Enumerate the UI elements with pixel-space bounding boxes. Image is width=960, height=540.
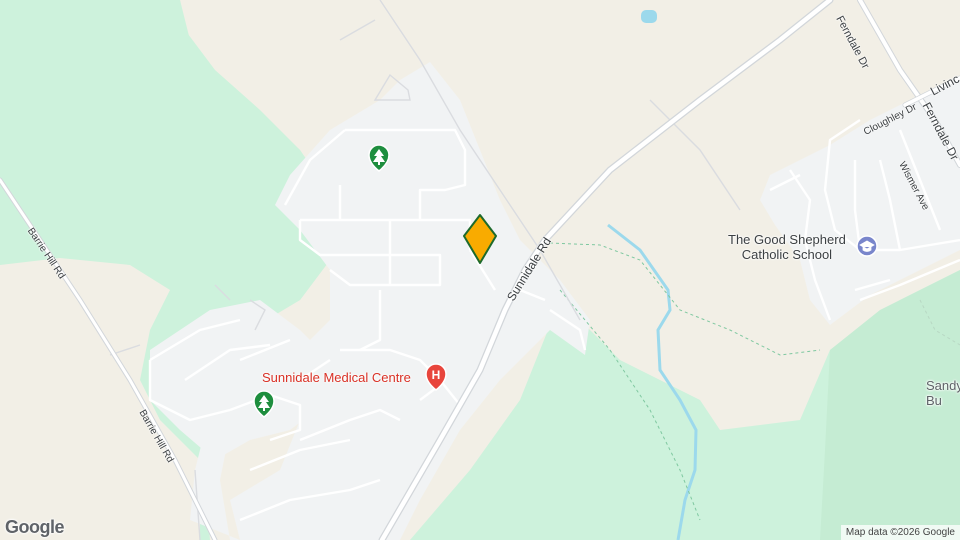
google-logo[interactable]: Google <box>5 517 65 538</box>
poi-label-sandy: Sandy Bu <box>926 378 960 408</box>
school-poi-icon[interactable] <box>856 235 878 257</box>
hospital-glyph: H <box>432 368 441 382</box>
map-attribution[interactable]: Map data ©2026 Google <box>840 525 960 540</box>
pond <box>641 10 657 23</box>
poi-label-medical[interactable]: Sunnidale Medical Centre <box>262 370 411 385</box>
poi-label-school[interactable]: The Good Shepherd Catholic School <box>728 232 846 262</box>
map-canvas[interactable]: H <box>0 0 960 540</box>
